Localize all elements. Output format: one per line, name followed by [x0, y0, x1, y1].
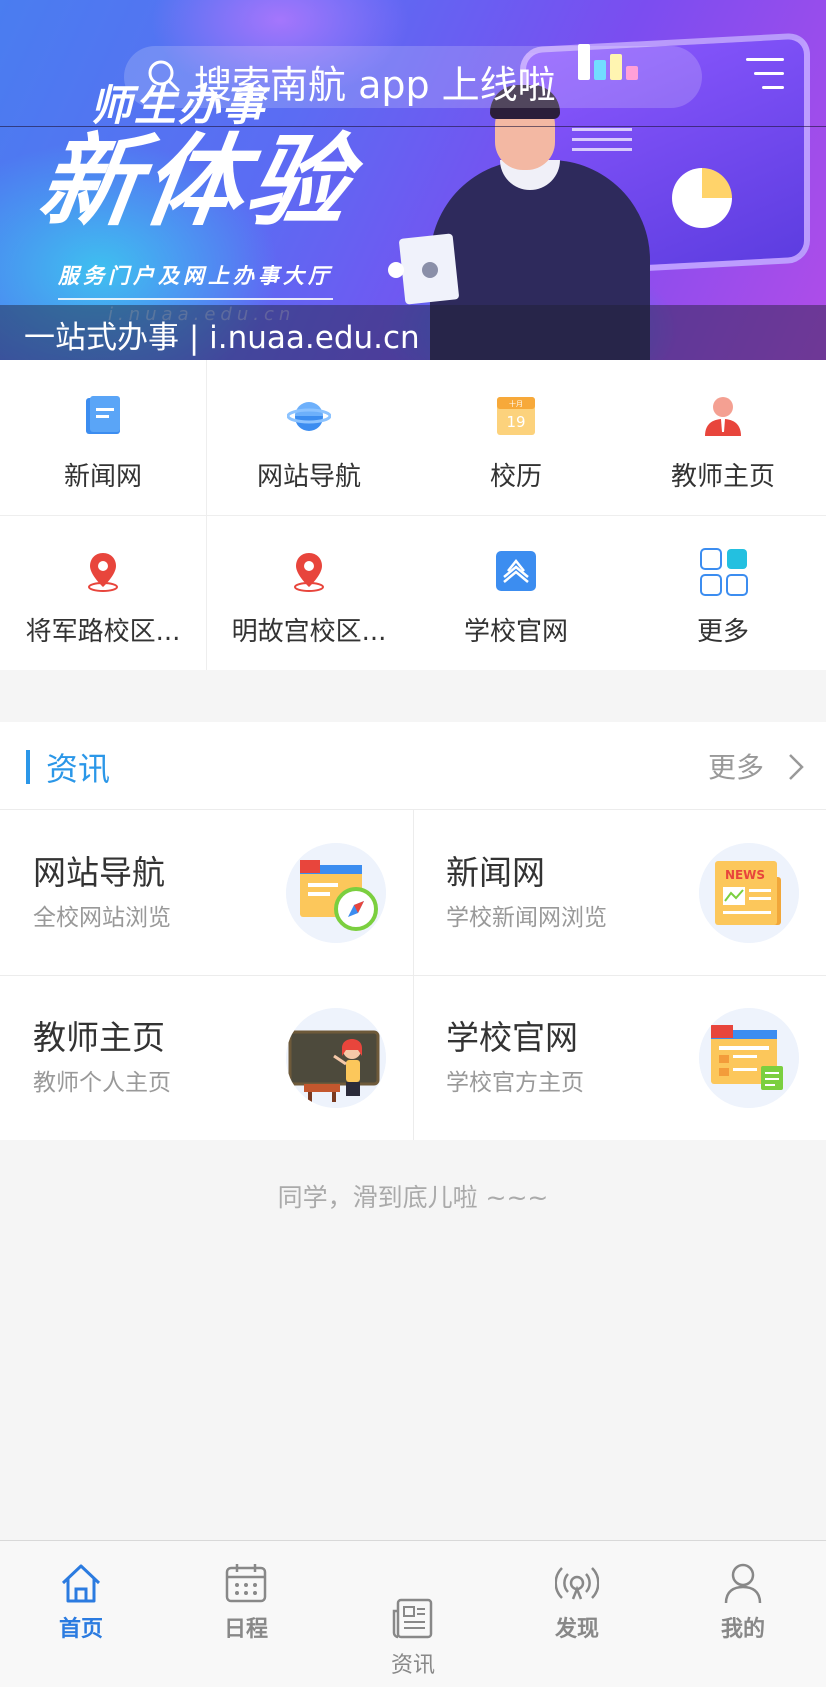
calendar-icon: 十月 19 [497, 397, 535, 435]
info-card-teacher-home[interactable]: 教师主页 教师个人主页 [0, 975, 413, 1140]
menu-button[interactable] [742, 54, 790, 98]
tab-home[interactable]: 首页 [26, 1561, 136, 1643]
banner-caption: 一站式办事 | i.nuaa.edu.cn [24, 320, 420, 356]
chevron-right-icon[interactable] [784, 752, 808, 782]
quick-link-more[interactable]: 更多 [620, 515, 826, 670]
location-pin-icon [294, 553, 324, 592]
newspaper-icon: NEWS [699, 843, 799, 943]
search-bar[interactable]: 搜索南航 app 上线啦 [124, 46, 702, 108]
card-title: 网站导航 [33, 853, 165, 892]
info-cards: 网站导航 全校网站浏览 新闻网 学校新闻网浏览 NEWS 教师主页 教师个人主页… [0, 810, 826, 1140]
planet-icon [287, 402, 331, 431]
quick-link-label: 明故宫校区... [231, 617, 387, 647]
quick-link-jiangjunlu-campus[interactable]: 将军路校区... [0, 515, 206, 670]
home-icon [61, 1564, 101, 1603]
quick-link-teacher-home[interactable]: 教师主页 [620, 360, 826, 515]
quick-links-grid: 新闻网 网站导航 十月 19 校历 教师主页 将军路校区... 明故宫校区...… [0, 360, 826, 670]
end-of-list-note: 同学，滑到底儿啦 ~~~ [277, 1183, 549, 1212]
grid-more-icon [700, 548, 748, 596]
quick-link-minggugong-campus[interactable]: 明故宫校区... [206, 515, 412, 670]
news-doc-icon [86, 396, 120, 434]
tab-label: 我的 [720, 1617, 765, 1642]
search-placeholder: 搜索南航 app 上线啦 [194, 63, 556, 107]
quick-link-label: 校历 [489, 462, 542, 492]
card-title: 新闻网 [446, 853, 545, 892]
tab-label: 首页 [58, 1617, 103, 1642]
signal-broadcast-icon [555, 1567, 599, 1600]
quick-link-label: 网站导航 [256, 462, 361, 492]
tab-profile[interactable]: 我的 [688, 1561, 798, 1643]
more-link[interactable]: 更多 [708, 746, 764, 786]
carousel-dot-active[interactable] [388, 262, 404, 278]
webpage-document-icon [699, 1008, 799, 1108]
teacher-icon [705, 397, 741, 436]
quick-link-label: 教师主页 [670, 462, 775, 492]
quick-link-label: 学校官网 [463, 617, 568, 647]
card-subtitle: 学校新闻网浏览 [446, 905, 607, 931]
banner-tagline: 服务门户及网上办事大厅 [58, 260, 333, 300]
section-title: 资讯 [46, 750, 111, 788]
card-subtitle: 学校官方主页 [446, 1070, 584, 1096]
compass-webpage-icon [286, 843, 386, 943]
banner-title-big: 新体验 [31, 123, 361, 240]
header-divider [0, 126, 826, 127]
section-accent-bar [26, 750, 30, 784]
quick-link-label: 更多 [696, 617, 749, 647]
card-subtitle: 教师个人主页 [33, 1070, 171, 1096]
svg-text:十月: 十月 [509, 399, 523, 408]
tab-label: 资讯 [390, 1653, 435, 1678]
info-card-news[interactable]: 新闻网 学校新闻网浏览 NEWS [413, 810, 826, 975]
bottom-tab-bar: 首页 日程 资讯 发现 我的 [0, 1540, 826, 1687]
svg-text:19: 19 [506, 413, 525, 431]
quick-link-site-nav[interactable]: 网站导航 [206, 360, 412, 515]
tab-discover[interactable]: 发现 [522, 1561, 632, 1643]
quick-link-official-site[interactable]: 学校官网 [413, 515, 619, 670]
info-card-official-site[interactable]: 学校官网 学校官方主页 [413, 975, 826, 1140]
teacher-blackboard-icon [286, 1008, 386, 1108]
card-title: 教师主页 [33, 1018, 165, 1057]
tab-label: 发现 [554, 1617, 599, 1642]
banner-text-lines-illustration [572, 128, 632, 158]
card-subtitle: 全校网站浏览 [33, 905, 171, 931]
search-icon [148, 60, 180, 92]
info-card-site-nav[interactable]: 网站导航 全校网站浏览 [0, 810, 413, 975]
quick-link-news[interactable]: 新闻网 [0, 360, 206, 515]
newspaper-icon [392, 1598, 433, 1639]
tab-label: 日程 [223, 1617, 268, 1642]
tab-info[interactable]: 资讯 [358, 1597, 468, 1679]
school-logo-icon [496, 551, 536, 591]
calendar-icon [225, 1564, 267, 1603]
news-badge: NEWS [725, 868, 765, 882]
quick-link-label: 新闻网 [63, 462, 142, 492]
tab-schedule[interactable]: 日程 [191, 1561, 301, 1643]
banner-pie-illustration [672, 168, 732, 228]
quick-link-calendar[interactable]: 十月 19 校历 [413, 360, 619, 515]
location-pin-icon [88, 553, 118, 592]
user-icon [724, 1563, 762, 1604]
carousel-dot[interactable] [422, 262, 438, 278]
quick-link-label: 将军路校区... [25, 617, 181, 647]
info-section-header: 资讯 更多 [0, 722, 826, 810]
card-title: 学校官网 [446, 1018, 578, 1057]
